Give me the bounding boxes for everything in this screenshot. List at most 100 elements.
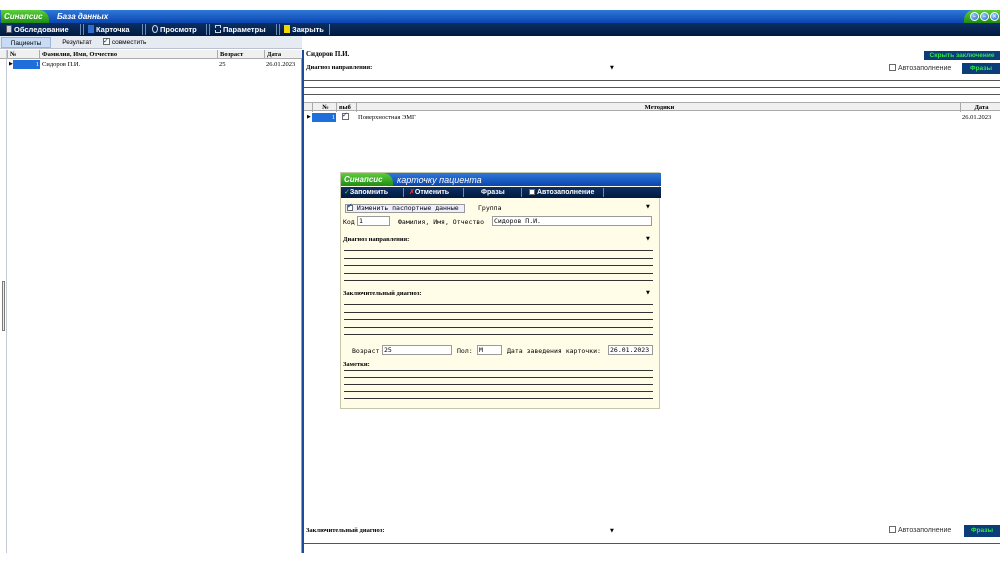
phrases-button[interactable]: Фразы: [962, 63, 1000, 74]
row-pointer-icon: ▶: [307, 115, 311, 120]
notes-label: Заметки:: [343, 361, 370, 368]
chevron-down-icon[interactable]: ▼: [646, 203, 650, 211]
combine-toggle[interactable]: совместить: [103, 36, 163, 48]
autofill-checkbox[interactable]: [889, 64, 896, 71]
cancel-button[interactable]: ✗Отменить: [409, 188, 449, 197]
table-header: № Фамилия, Имя, Отчество Возраст Дата: [0, 50, 302, 59]
close-button[interactable]: Закрыть: [284, 24, 324, 35]
window-controls: – – ×: [964, 10, 1000, 23]
phrases-bottom-button[interactable]: Фразы: [964, 525, 1000, 537]
change-passport-checkbox[interactable]: [347, 203, 353, 211]
card-icon: [88, 25, 94, 33]
phrases-button[interactable]: Фразы: [481, 188, 505, 197]
dialog-toolbar: ✓Запомнить ✗Отменить Фразы Автозаполнени…: [341, 187, 661, 198]
patient-name: Сидоров П.И.: [306, 50, 350, 58]
minimize-icon[interactable]: –: [970, 12, 979, 21]
row-name[interactable]: Сидоров П.И.: [40, 60, 217, 69]
change-passport-toggle[interactable]: Изменить паспортные данные: [345, 203, 465, 213]
chevron-down-icon[interactable]: ▼: [646, 289, 650, 297]
autofill-toggle[interactable]: Автозаполнение: [889, 64, 951, 73]
hide-conclusion-button[interactable]: Скрыть заключение: [924, 51, 1000, 60]
card-date-label: Дата заведения карточки:: [507, 347, 601, 355]
group-select[interactable]: Группа: [478, 203, 501, 213]
restore-icon[interactable]: –: [980, 12, 989, 21]
chevron-down-icon[interactable]: ▼: [610, 527, 614, 535]
sex-label: Пол:: [457, 347, 473, 355]
fio-field[interactable]: Сидоров П.И.: [492, 216, 652, 226]
table-row[interactable]: ▶ 1 Сидоров П.И. 25 26.01.2023: [0, 60, 302, 69]
patients-table: № Фамилия, Имя, Отчество Возраст Дата ▶ …: [0, 50, 302, 553]
toolbar-divider: [403, 188, 404, 197]
text-line: [344, 377, 653, 378]
settings-icon: [215, 25, 221, 33]
toolbar-divider: [145, 24, 146, 35]
code-field[interactable]: 1: [357, 216, 390, 226]
view-icon: [152, 25, 158, 33]
method-checkbox[interactable]: [342, 111, 349, 120]
referral-diagnosis-combo[interactable]: Диагноз направления:: [306, 64, 616, 72]
save-button[interactable]: ✓Запомнить: [344, 188, 388, 197]
toolbar-divider: [521, 188, 522, 197]
column-header-name[interactable]: Фамилия, Имя, Отчество: [39, 50, 217, 59]
toolbar-divider: [206, 24, 207, 35]
text-line: [344, 265, 653, 266]
text-line: [344, 273, 653, 274]
close-icon[interactable]: ×: [990, 12, 999, 21]
table-row[interactable]: ▶ 1 Поверхностная ЭМГ 26.01.2023: [304, 111, 1000, 122]
autofill-checkbox[interactable]: [529, 189, 535, 195]
autofill-bottom-toggle[interactable]: Автозаполнение: [889, 526, 951, 535]
column-header-date[interactable]: Дата: [264, 50, 302, 59]
method-name[interactable]: Поверхностная ЭМГ: [356, 113, 856, 122]
text-line: [344, 384, 653, 385]
app-window: Синапсис База данных – – × Обследование …: [0, 0, 1000, 553]
referral-diagnosis-label[interactable]: Диагноз направления:: [343, 236, 409, 244]
toolbar-divider: [276, 24, 277, 35]
examination-button[interactable]: Обследование: [6, 24, 69, 35]
text-line: [344, 370, 653, 371]
combine-checkbox[interactable]: [103, 36, 110, 47]
settings-button[interactable]: Параметры: [215, 24, 266, 35]
method-select[interactable]: [340, 111, 354, 122]
row-number[interactable]: 1: [13, 60, 40, 69]
text-line: [344, 319, 653, 320]
tab-result[interactable]: Результат: [55, 37, 99, 48]
splitter-handle[interactable]: [2, 281, 5, 331]
text-line: [344, 391, 653, 392]
text-line: [304, 80, 1000, 81]
card-button[interactable]: Карточка: [88, 24, 130, 35]
column-header-num[interactable]: №: [312, 103, 336, 112]
column-header-num[interactable]: №: [7, 50, 39, 59]
text-line: [344, 304, 653, 305]
text-line: [304, 543, 1000, 544]
column-header-methods[interactable]: Методики: [356, 103, 960, 112]
method-date[interactable]: 26.01.2023: [960, 113, 1000, 122]
chevron-down-icon[interactable]: ▼: [646, 235, 650, 243]
autofill-bottom-checkbox[interactable]: [889, 526, 896, 533]
final-diagnosis-label[interactable]: Заключительный диагноз:: [343, 290, 422, 298]
row-age[interactable]: 25: [217, 60, 264, 69]
chevron-down-icon[interactable]: ▼: [610, 64, 614, 72]
dialog-title: карточку пациента: [397, 175, 482, 185]
title-bar: [0, 10, 1000, 23]
card-date-field[interactable]: 26.01.2023: [608, 345, 653, 355]
age-field[interactable]: 25: [382, 345, 452, 355]
dialog-brand-logo: Синапсис: [341, 173, 393, 186]
column-header-age[interactable]: Возраст: [217, 50, 264, 59]
text-line: [344, 312, 653, 313]
toolbar-divider: [329, 24, 330, 35]
toolbar-divider: [603, 188, 604, 197]
text-line: [304, 87, 1000, 88]
autofill-toggle[interactable]: Автозаполнение: [529, 188, 594, 197]
column-header-date[interactable]: Дата: [960, 103, 1000, 112]
row-date[interactable]: 26.01.2023: [264, 60, 302, 69]
view-button[interactable]: Просмотр: [152, 24, 197, 35]
text-line: [344, 327, 653, 328]
sex-field[interactable]: М: [477, 345, 502, 355]
tab-patients[interactable]: Пациенты: [1, 37, 51, 48]
window-title: База данных: [57, 12, 109, 21]
final-diagnosis-combo[interactable]: Заключительный диагноз:: [306, 527, 616, 535]
methods-header: № выб Методики Дата: [304, 102, 1000, 112]
method-number[interactable]: 1: [312, 113, 336, 122]
text-line: [344, 398, 653, 399]
age-label: Возраст: [352, 347, 380, 355]
